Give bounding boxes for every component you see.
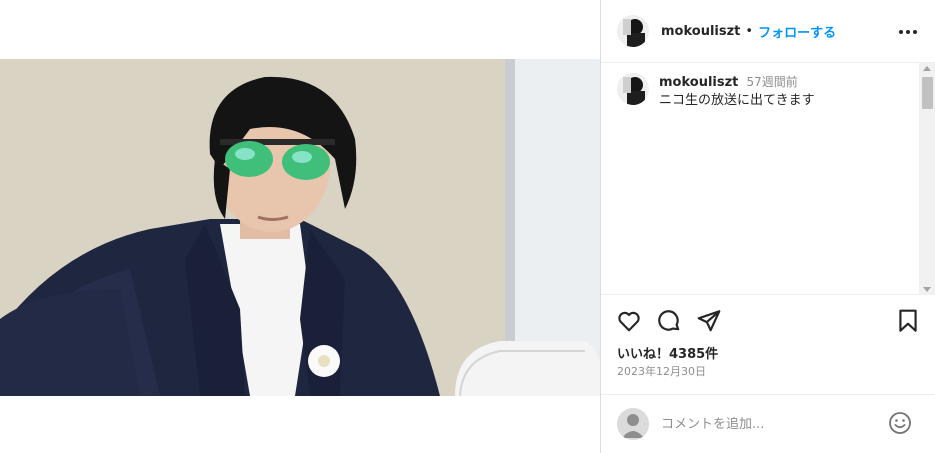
scroll-up-arrow-icon[interactable] [923,66,931,71]
follow-button[interactable]: フォローする [758,22,836,41]
comment-input[interactable] [661,416,881,432]
media-column [0,0,600,453]
post-date[interactable]: 2023年12月30日 [617,363,706,379]
author-avatar[interactable] [617,15,649,47]
scroll-thumb[interactable] [922,77,933,109]
caption: mokouliszt 57週間前 ニコ生の放送に出てきます [617,73,815,110]
header-separator: • [745,23,754,39]
emoji-smile-icon[interactable] [888,411,912,435]
post-header: mokouliszt • フォローする [601,0,935,63]
caption-text: ニコ生の放送に出てきます [659,93,815,108]
bookmark-icon[interactable] [895,308,921,334]
caption-avatar[interactable] [617,73,649,105]
heart-icon[interactable] [616,308,642,334]
caption-body: mokouliszt 57週間前 ニコ生の放送に出てきます [659,73,815,110]
author-username[interactable]: mokouliszt [661,24,740,39]
post-photo[interactable] [0,59,600,396]
viewer-avatar [617,408,649,440]
action-bar [601,296,935,344]
more-horizontal-icon[interactable] [898,22,918,42]
caption-username[interactable]: mokouliszt [659,75,738,90]
likes-count[interactable]: いいね！4385件 [617,343,718,362]
comment-bubble-icon[interactable] [656,308,682,334]
comments-scrollbar[interactable] [919,63,935,294]
comment-bar [601,394,935,453]
caption-time[interactable]: 57週間前 [747,75,798,89]
scroll-down-arrow-icon[interactable] [923,287,931,292]
comments-area: mokouliszt 57週間前 ニコ生の放送に出てきます [601,63,935,295]
post-side-panel: mokouliszt • フォローする mokouliszt 57週間前 ニコ生… [600,0,935,453]
send-paper-plane-icon[interactable] [696,308,722,334]
